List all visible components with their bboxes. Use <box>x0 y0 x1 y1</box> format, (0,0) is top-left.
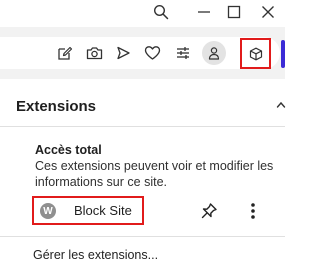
maximize-button[interactable] <box>220 0 248 24</box>
close-icon <box>262 6 274 18</box>
screenshot-button[interactable] <box>82 41 106 65</box>
extension-more-button[interactable] <box>244 200 262 222</box>
pin-extension-button[interactable] <box>198 200 220 222</box>
full-access-description: Ces extensions peuvent voir et modifier … <box>35 159 274 189</box>
heart-icon <box>144 46 160 60</box>
edit-button[interactable] <box>53 41 77 65</box>
full-access-heading: Accès total <box>35 143 102 157</box>
minimize-button[interactable] <box>190 0 218 24</box>
camera-icon <box>86 47 102 60</box>
easy-setup-button[interactable] <box>171 41 195 65</box>
minimize-icon <box>198 11 210 13</box>
profile-button[interactable] <box>202 41 226 65</box>
send-icon <box>117 46 130 60</box>
more-vertical-icon <box>251 203 255 219</box>
favorite-button[interactable] <box>140 41 164 65</box>
extensions-icon <box>249 47 262 60</box>
search-tabs-button[interactable] <box>147 0 175 24</box>
search-icon <box>153 4 169 20</box>
side-panel-accent <box>281 40 285 68</box>
extensions-button[interactable] <box>240 38 271 69</box>
close-window-button[interactable] <box>254 0 282 24</box>
pin-icon <box>201 203 217 219</box>
popup-title: Extensions <box>16 98 97 115</box>
scroll-up-button[interactable] <box>276 98 286 117</box>
popup-divider-bottom <box>0 236 285 237</box>
extension-avatar: W <box>40 203 56 219</box>
edit-icon <box>58 46 73 60</box>
extension-name: Block Site <box>74 203 132 218</box>
send-button[interactable] <box>111 41 135 65</box>
sliders-icon <box>177 47 189 59</box>
maximize-icon <box>227 5 241 19</box>
manage-extensions-link[interactable]: Gérer les extensions... <box>33 248 158 262</box>
chevron-up-icon <box>276 101 286 108</box>
profile-icon <box>208 47 220 60</box>
popup-divider-top <box>0 126 285 127</box>
